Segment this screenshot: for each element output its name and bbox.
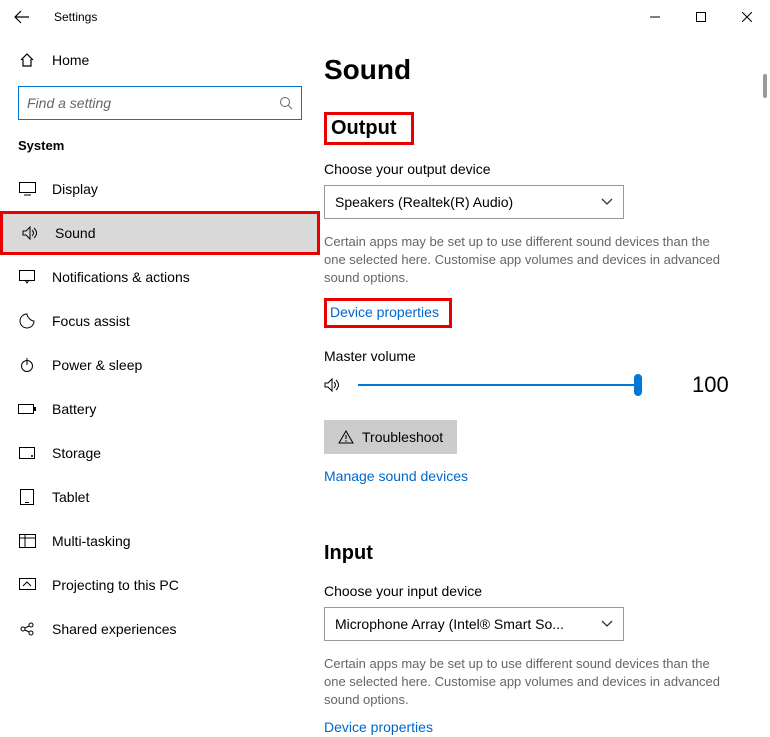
output-heading-highlight: Output [324,112,414,145]
scrollbar-thumb[interactable] [763,74,767,98]
input-device-dropdown[interactable]: Microphone Array (Intel® Smart So... [324,607,624,641]
minimize-button[interactable] [632,0,678,34]
shared-icon [18,621,36,637]
battery-icon [18,404,36,414]
search-icon [279,96,293,110]
page-title: Sound [324,54,758,86]
warning-icon [338,430,354,444]
input-device-value: Microphone Array (Intel® Smart So... [335,616,564,632]
back-button[interactable] [0,0,44,34]
maximize-icon [696,12,706,22]
sidebar-item-label: Sound [55,225,95,241]
troubleshoot-button[interactable]: Troubleshoot [324,420,457,454]
chevron-down-icon [601,198,613,206]
notifications-icon [18,270,36,284]
output-device-value: Speakers (Realtek(R) Audio) [335,194,513,210]
volume-slider-row: 100 [324,372,758,398]
sidebar-item-display[interactable]: Display [0,167,320,211]
sidebar-item-shared-experiences[interactable]: Shared experiences [0,607,320,651]
input-help-text: Certain apps may be set up to use differ… [324,655,734,710]
sidebar-item-label: Tablet [52,489,89,505]
projecting-icon [18,578,36,592]
sidebar-item-multitasking[interactable]: Multi-tasking [0,519,320,563]
master-volume-label: Master volume [324,348,758,364]
sidebar-item-storage[interactable]: Storage [0,431,320,475]
device-properties-highlight: Device properties [324,298,452,328]
content-pane: Sound Output Choose your output device S… [320,34,770,737]
multitasking-icon [18,534,36,548]
sidebar: Home System Display Sound Notifications … [0,34,320,737]
sidebar-category: System [18,138,302,153]
sound-icon [21,226,39,240]
maximize-button[interactable] [678,0,724,34]
volume-slider[interactable] [358,384,638,386]
input-choose-label: Choose your input device [324,583,758,599]
titlebar: Settings [0,0,770,34]
sidebar-item-label: Shared experiences [52,621,177,637]
output-device-dropdown[interactable]: Speakers (Realtek(R) Audio) [324,185,624,219]
body: Home System Display Sound Notifications … [0,34,770,737]
tablet-icon [18,489,36,505]
output-choose-label: Choose your output device [324,161,758,177]
slider-thumb[interactable] [634,374,642,396]
home-icon [18,52,36,68]
focus-assist-icon [18,313,36,329]
sidebar-item-power-sleep[interactable]: Power & sleep [0,343,320,387]
sidebar-item-projecting[interactable]: Projecting to this PC [0,563,320,607]
sidebar-item-label: Multi-tasking [52,533,131,549]
arrow-left-icon [14,9,30,25]
volume-value: 100 [692,372,729,398]
sidebar-item-label: Focus assist [52,313,130,329]
troubleshoot-label: Troubleshoot [362,429,443,445]
search-input[interactable] [27,95,279,111]
input-heading: Input [324,542,373,565]
close-button[interactable] [724,0,770,34]
sidebar-item-label: Display [52,181,98,197]
storage-icon [18,447,36,459]
window-title: Settings [54,10,97,24]
sidebar-item-tablet[interactable]: Tablet [0,475,320,519]
sidebar-item-label: Battery [52,401,96,417]
sidebar-home-label: Home [52,52,89,68]
volume-icon[interactable] [324,377,344,393]
output-heading: Output [331,117,397,140]
sidebar-item-label: Notifications & actions [52,269,190,285]
close-icon [742,12,752,22]
output-device-properties-link[interactable]: Device properties [330,304,439,320]
chevron-down-icon [601,620,613,628]
sidebar-home[interactable]: Home [18,40,302,80]
display-icon [18,182,36,196]
sidebar-item-focus-assist[interactable]: Focus assist [0,299,320,343]
sidebar-item-battery[interactable]: Battery [0,387,320,431]
minimize-icon [650,12,660,22]
output-help-text: Certain apps may be set up to use differ… [324,233,734,288]
sidebar-item-label: Projecting to this PC [52,577,179,593]
power-icon [18,357,36,373]
search-box[interactable] [18,86,302,120]
sidebar-item-label: Storage [52,445,101,461]
window-controls [632,0,770,34]
manage-sound-devices-link[interactable]: Manage sound devices [324,468,468,484]
settings-window: Settings Home [0,0,770,737]
sidebar-item-notifications[interactable]: Notifications & actions [0,255,320,299]
sidebar-item-label: Power & sleep [52,357,142,373]
content-inner: Sound Output Choose your output device S… [324,54,758,737]
input-device-properties-link[interactable]: Device properties [324,719,433,735]
sidebar-item-sound[interactable]: Sound [0,211,320,255]
